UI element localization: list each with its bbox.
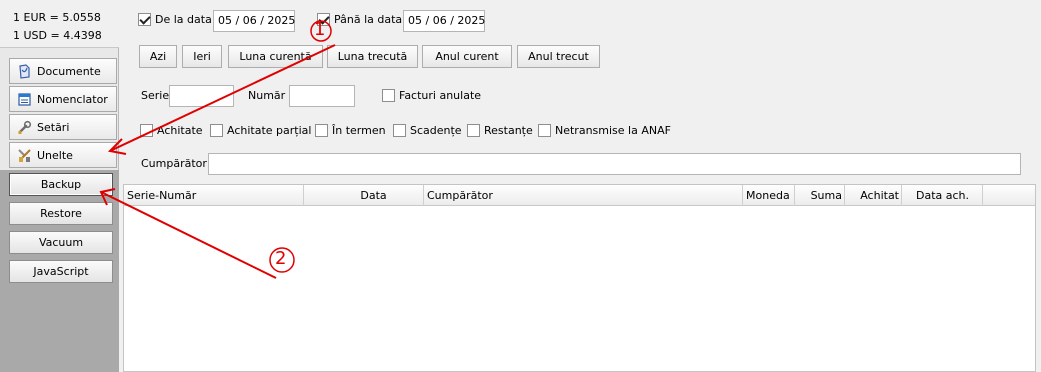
nav-label: Nomenclator <box>37 92 108 106</box>
from-date-label: De la data <box>155 13 212 26</box>
column-header-buyer[interactable]: Cumpărător <box>424 185 743 206</box>
invoices-table[interactable]: Serie-Număr Data Cumpărător Moneda Suma … <box>123 184 1036 372</box>
vacuum-button[interactable]: Vacuum <box>9 231 113 254</box>
overdue-label: Restanțe <box>484 124 533 137</box>
period-last-year-button[interactable]: Anul trecut <box>517 45 600 68</box>
eur-rate: 1 EUR = 5.0558 <box>13 11 101 24</box>
overdue-checkbox[interactable] <box>467 124 480 137</box>
buyer-label: Cumpărător <box>141 157 207 170</box>
buyer-input[interactable] <box>208 153 1021 175</box>
tools-subpanel: Backup Restore Vacuum JavaScript <box>0 170 119 372</box>
period-current-year-button[interactable]: Anul curent <box>422 45 512 68</box>
wrench-icon <box>17 120 32 135</box>
nav-label: Unelte <box>37 148 73 162</box>
period-last-month-button[interactable]: Luna trecută <box>327 45 418 68</box>
nav-unelte-button[interactable]: Unelte <box>9 142 117 168</box>
not-sent-anaf-label: Netransmise la ANAF <box>555 124 671 137</box>
column-header-date[interactable]: Data <box>304 185 424 206</box>
column-header-currency[interactable]: Moneda <box>743 185 795 206</box>
period-current-month-button[interactable]: Luna curentă <box>228 45 323 68</box>
nav-label: Setări <box>37 120 70 134</box>
usd-rate: 1 USD = 4.4398 <box>13 29 102 42</box>
sidebar: 1 EUR = 5.0558 1 USD = 4.4398 Documente … <box>0 0 119 372</box>
nav-nomenclator-button[interactable]: Nomenclator <box>9 86 117 112</box>
restore-button[interactable]: Restore <box>9 202 113 225</box>
annotation-number-two: 2 <box>275 248 287 269</box>
from-date-input[interactable]: 05 / 06 / 2025 <box>213 10 295 32</box>
to-date-input[interactable]: 05 / 06 / 2025 <box>403 10 485 32</box>
table-header: Serie-Număr Data Cumpărător Moneda Suma … <box>124 185 1035 206</box>
nav-documente-button[interactable]: Documente <box>9 58 117 84</box>
backup-button[interactable]: Backup <box>9 173 113 196</box>
nav-setari-button[interactable]: Setări <box>9 114 117 140</box>
exchange-rates: 1 EUR = 5.0558 1 USD = 4.4398 <box>0 0 119 48</box>
from-date-checkbox[interactable] <box>138 13 151 26</box>
nav-label: Documente <box>37 64 101 78</box>
javascript-button[interactable]: JavaScript <box>9 260 113 283</box>
annotation-number-one: 1 <box>314 19 326 40</box>
number-label: Număr <box>248 89 286 102</box>
not-sent-anaf-checkbox[interactable] <box>538 124 551 137</box>
period-yesterday-button[interactable]: Ieri <box>182 45 222 68</box>
due-checkbox[interactable] <box>393 124 406 137</box>
due-label: Scadențe <box>410 124 462 137</box>
number-input[interactable] <box>289 85 355 107</box>
partially-paid-checkbox[interactable] <box>210 124 223 137</box>
column-header-payment-date[interactable]: Data ach. <box>902 185 983 206</box>
partially-paid-label: Achitate parțial <box>227 124 312 137</box>
series-input[interactable] <box>169 85 234 107</box>
cancelled-invoices-label: Facturi anulate <box>399 89 482 102</box>
to-date-label: Până la data <box>334 13 403 26</box>
paid-checkbox[interactable] <box>140 124 153 137</box>
in-term-checkbox[interactable] <box>315 124 328 137</box>
column-header-paid[interactable]: Achitat <box>845 185 902 206</box>
paid-label: Achitate <box>157 124 203 137</box>
documents-icon <box>17 63 32 79</box>
period-today-button[interactable]: Azi <box>139 45 177 68</box>
cancelled-invoices-checkbox[interactable] <box>382 89 395 102</box>
in-term-label: În termen <box>332 124 386 137</box>
tools-icon <box>17 148 32 163</box>
column-header-amount[interactable]: Suma <box>795 185 845 206</box>
nomenclator-icon <box>17 92 32 107</box>
column-header-series-number[interactable]: Serie-Număr <box>124 185 304 206</box>
series-label: Serie <box>141 89 170 102</box>
